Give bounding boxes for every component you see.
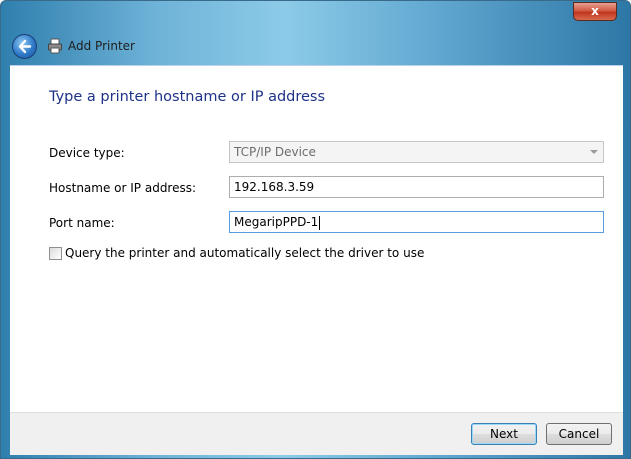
port-name-label: Port name: [49, 216, 115, 230]
dropdown-arrow-icon [590, 150, 598, 154]
device-type-value: TCP/IP Device [234, 145, 316, 159]
port-name-value: MegaripPPD-1 [234, 215, 319, 229]
title-bar: x Add Printer [1, 1, 630, 65]
page-heading: Type a printer hostname or IP address [49, 89, 326, 105]
back-button[interactable] [12, 34, 37, 59]
hostname-value: 192.168.3.59 [234, 180, 315, 194]
window-title: Add Printer [68, 39, 135, 53]
close-button[interactable]: x [573, 2, 617, 21]
next-button[interactable]: Next [471, 423, 537, 445]
device-type-select[interactable]: TCP/IP Device [229, 141, 604, 163]
back-arrow-icon [18, 39, 32, 54]
port-name-input[interactable]: MegaripPPD-1 [229, 211, 604, 233]
text-caret [319, 215, 321, 230]
query-printer-checkbox[interactable] [49, 247, 62, 260]
cancel-button[interactable]: Cancel [546, 423, 612, 445]
close-icon: x [591, 4, 599, 18]
button-bar: Next Cancel [10, 412, 623, 455]
printer-icon [48, 38, 62, 54]
query-printer-label[interactable]: Query the printer and automatically sele… [65, 246, 424, 260]
hostname-label: Hostname or IP address: [49, 181, 197, 195]
hostname-input[interactable]: 192.168.3.59 [229, 176, 604, 198]
main-content: Type a printer hostname or IP address De… [10, 65, 623, 413]
add-printer-window: x Add Printer Type a printer hostname or… [0, 0, 631, 459]
device-type-label: Device type: [49, 146, 125, 160]
